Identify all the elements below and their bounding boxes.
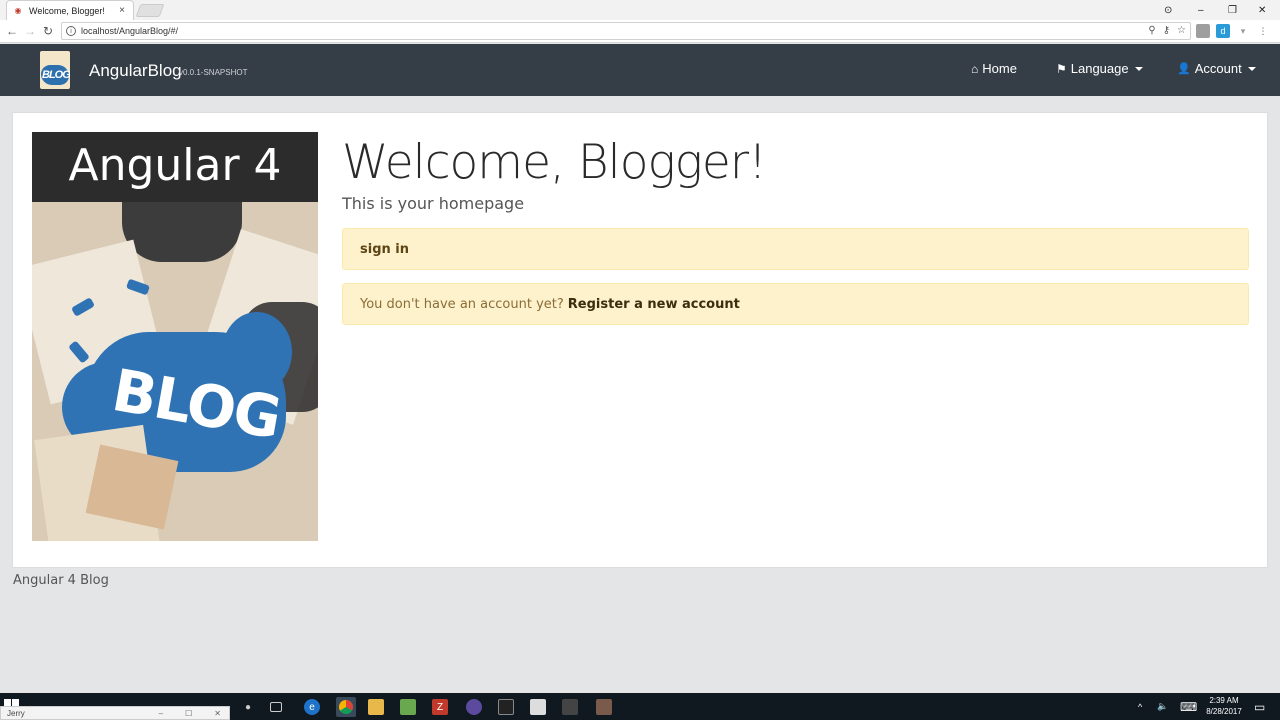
tray-expand-icon[interactable]: ^: [1138, 693, 1142, 720]
favicon-icon: ◉: [14, 6, 22, 15]
chrome-icon: [339, 700, 353, 714]
nav-account-label: Account: [1194, 61, 1242, 76]
signin-link[interactable]: sign in: [360, 242, 409, 257]
preview-minimize-icon[interactable]: –: [159, 709, 163, 718]
forward-button[interactable]: →: [22, 23, 38, 39]
logo[interactable]: BLOG: [40, 51, 70, 89]
nav-language[interactable]: ⚑ Language: [1056, 61, 1143, 76]
register-prompt: You don't have an account yet?: [360, 296, 564, 312]
nav-home[interactable]: ⌂ Home: [971, 61, 1017, 76]
page-subtitle: This is your homepage: [342, 194, 525, 213]
signin-alert: sign in: [342, 228, 1249, 270]
hero-art-shape: [122, 202, 242, 262]
browser-tab[interactable]: ◉ Welcome, Blogger! ×: [6, 0, 134, 20]
preview-close-icon[interactable]: ✕: [214, 709, 221, 718]
volume-icon[interactable]: 🔈: [1157, 693, 1168, 720]
home-icon: ⌂: [971, 61, 979, 76]
info-icon[interactable]: i: [66, 26, 76, 36]
browser-tabstrip: ◉ Welcome, Blogger! × ⊙ – ❐ ✕: [0, 0, 1280, 20]
caret-down-icon: [1134, 66, 1143, 71]
nav-home-label: Home: [982, 61, 1017, 76]
microphone-icon[interactable]: ●: [240, 699, 256, 715]
bookmark-star-icon[interactable]: ☆: [1177, 25, 1186, 36]
footer-text: Angular 4 Blog: [13, 573, 109, 588]
extension-d-icon[interactable]: d: [1216, 24, 1230, 38]
register-link[interactable]: Register a new account: [568, 297, 740, 312]
notepad-icon[interactable]: [400, 699, 416, 715]
back-button[interactable]: ←: [4, 23, 20, 39]
edge-icon[interactable]: e: [304, 699, 320, 715]
filezilla-icon[interactable]: Z: [432, 699, 448, 715]
extension-icon[interactable]: [1196, 24, 1210, 38]
reload-button[interactable]: ↻: [40, 23, 56, 39]
terminal-icon[interactable]: [498, 699, 514, 715]
minimize-button[interactable]: –: [1198, 0, 1204, 20]
tab-close-icon[interactable]: ×: [117, 5, 127, 16]
flag-icon: ⚑: [1056, 61, 1067, 76]
filter-icon[interactable]: ▾: [1236, 24, 1250, 38]
keyboard-icon[interactable]: ⌨: [1180, 693, 1197, 720]
user-icon: 👤: [1177, 63, 1191, 75]
hero-title: Angular 4: [68, 140, 282, 191]
restore-button[interactable]: ❐: [1228, 0, 1237, 20]
notifications-icon[interactable]: ▭: [1254, 693, 1265, 720]
url-text: localhost/AngularBlog/#/: [81, 26, 179, 36]
logo-text: BLOG: [42, 69, 70, 81]
taskbar-preview-window[interactable]: Jerry – ☐ ✕: [0, 706, 230, 720]
preview-title: Jerry: [7, 708, 25, 718]
app-icon[interactable]: [596, 699, 612, 715]
menu-icon[interactable]: ⋮: [1256, 24, 1270, 38]
tab-title: Welcome, Blogger!: [29, 5, 105, 16]
new-tab-button[interactable]: [135, 4, 165, 17]
eclipse-icon[interactable]: [466, 699, 482, 715]
window-close-button[interactable]: ✕: [1258, 0, 1266, 20]
address-bar-row: ← → ↻ i localhost/AngularBlog/#/ ⚲ ⚷ ☆ d…: [0, 20, 1280, 43]
nav-language-label: Language: [1070, 61, 1129, 76]
preview-maximize-icon[interactable]: ☐: [185, 709, 192, 718]
hero-image: Angular 4 BLOG: [32, 132, 318, 541]
file-explorer-icon[interactable]: [368, 699, 384, 715]
chrome-taskbar-button[interactable]: [336, 697, 356, 717]
version-label: v0.0.1-SNAPSHOT: [179, 68, 248, 77]
clock-time: 2:39 AM: [1209, 696, 1239, 705]
task-view-icon[interactable]: [270, 702, 282, 712]
url-input[interactable]: i localhost/AngularBlog/#/ ⚲ ⚷ ☆: [61, 22, 1191, 40]
page-title: Welcome, Blogger!: [342, 135, 767, 190]
taskbar-clock[interactable]: 2:39 AM 8/28/2017: [1200, 695, 1248, 717]
app-navbar: BLOG AngularBlog v0.0.1-SNAPSHOT ⌂ Home …: [0, 44, 1280, 96]
caret-down-icon: [1247, 66, 1256, 71]
key-icon[interactable]: ⚷: [1163, 25, 1170, 36]
app-icon[interactable]: [562, 699, 578, 715]
main-card: Angular 4 BLOG Welcome, Blogger! This is…: [12, 112, 1268, 568]
zoom-icon[interactable]: ⚲: [1148, 25, 1155, 36]
nav-account[interactable]: 👤 Account: [1177, 61, 1256, 76]
profile-icon[interactable]: ⊙: [1164, 0, 1172, 20]
register-alert: You don't have an account yet? Register …: [342, 283, 1249, 325]
app-icon[interactable]: [530, 699, 546, 715]
clock-date: 8/28/2017: [1206, 707, 1242, 716]
brand-name[interactable]: AngularBlog: [89, 61, 182, 81]
